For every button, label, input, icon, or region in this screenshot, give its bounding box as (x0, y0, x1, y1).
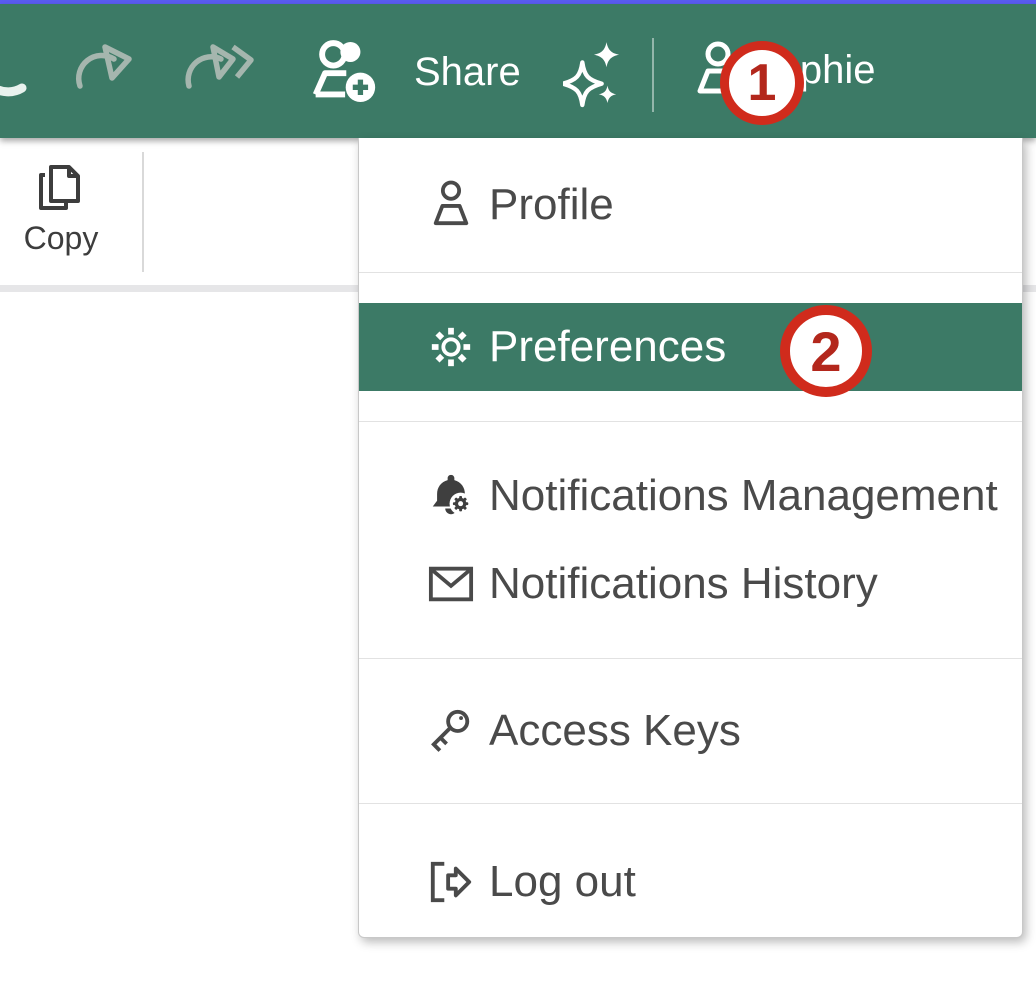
logout-icon (427, 858, 475, 906)
add-member-icon (312, 39, 390, 105)
header-divider (652, 38, 654, 112)
menu-item-notifications-history[interactable]: Notifications History (359, 540, 1022, 628)
key-icon (427, 707, 475, 755)
redo-icon[interactable] (72, 40, 138, 102)
menu-item-label: Profile (489, 180, 614, 230)
app-header: Share Sophie (0, 4, 1036, 138)
menu-item-access-keys[interactable]: Access Keys (359, 687, 1022, 775)
menu-item-notifications-management[interactable]: Notifications Management (359, 452, 1022, 540)
user-dropdown-menu: Profile (358, 138, 1023, 938)
annotation-step-1: 1 (720, 41, 804, 125)
share-label: Share (414, 52, 521, 92)
menu-item-profile[interactable]: Profile (359, 161, 1022, 249)
menu-item-log-out[interactable]: Log out (359, 838, 1022, 926)
copy-button[interactable]: Copy (16, 162, 106, 257)
menu-item-label: Access Keys (489, 706, 741, 756)
copy-label: Copy (24, 220, 99, 257)
person-icon (427, 181, 475, 229)
menu-item-label: Log out (489, 857, 636, 907)
toolbar-divider (142, 152, 144, 272)
menu-item-label: Preferences (489, 322, 726, 372)
menu-item-label: Notifications Management (489, 471, 998, 521)
annotation-step-2: 2 (780, 305, 872, 397)
share-button[interactable]: Share (312, 36, 521, 108)
sparkles-icon[interactable] (563, 40, 621, 110)
menu-item-label: Notifications History (489, 559, 878, 609)
gear-icon (427, 323, 475, 371)
undo-icon[interactable] (0, 44, 48, 106)
menu-item-preferences[interactable]: Preferences (359, 303, 1022, 391)
copy-icon (35, 162, 87, 214)
bell-gear-icon (427, 472, 475, 520)
redo-all-icon[interactable] (183, 40, 257, 102)
envelope-icon (427, 560, 475, 608)
